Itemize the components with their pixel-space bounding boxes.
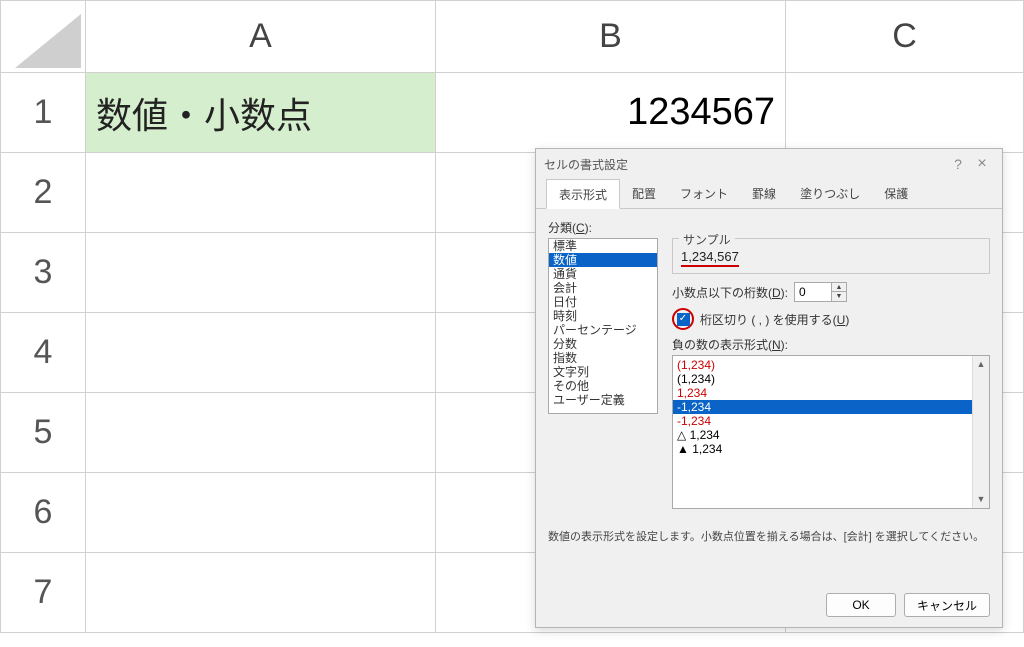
category-item-custom[interactable]: ユーザー定義 — [549, 393, 657, 407]
tab-protection[interactable]: 保護 — [872, 179, 920, 208]
cell-a3[interactable] — [86, 233, 436, 313]
negative-format-item[interactable]: (1,234) — [677, 372, 985, 386]
category-item-text[interactable]: 文字列 — [549, 365, 657, 379]
thousands-separator-label: 桁区切り ( , ) を使用する(U) — [700, 311, 849, 328]
row-header-7[interactable]: 7 — [1, 553, 86, 633]
cell-a7[interactable] — [86, 553, 436, 633]
tab-font[interactable]: フォント — [668, 179, 740, 208]
negative-format-item[interactable]: △ 1,234 — [677, 428, 985, 442]
dialog-titlebar[interactable]: セルの書式設定 ? × — [536, 149, 1002, 179]
cell-b1[interactable]: 1234567 — [436, 73, 786, 153]
sample-box: サンプル 1,234,567 — [672, 238, 990, 274]
scrollbar[interactable]: ▲ ▼ — [972, 356, 989, 508]
cell-a4[interactable] — [86, 313, 436, 393]
thousands-separator-checkbox[interactable] — [677, 313, 690, 326]
category-item-number[interactable]: 数値 — [549, 253, 657, 267]
column-header-c[interactable]: C — [786, 1, 1024, 73]
decimal-places-input[interactable] — [794, 282, 832, 302]
category-item-scientific[interactable]: 指数 — [549, 351, 657, 365]
scroll-up-icon[interactable]: ▲ — [973, 356, 989, 373]
category-item-standard[interactable]: 標準 — [549, 239, 657, 253]
decimal-places-spinner[interactable]: ▲ ▼ — [794, 282, 847, 302]
ok-button[interactable]: OK — [826, 593, 896, 617]
negative-format-item-selected[interactable]: -1,234 — [673, 400, 989, 414]
spinner-down-icon[interactable]: ▼ — [832, 292, 846, 301]
negative-format-item[interactable]: 1,234 — [677, 386, 985, 400]
column-header-a[interactable]: A — [86, 1, 436, 73]
tab-alignment[interactable]: 配置 — [620, 179, 668, 208]
cell-c1[interactable] — [786, 73, 1024, 153]
negative-format-list[interactable]: (1,234) (1,234) 1,234 -1,234 -1,234 △ 1,… — [672, 355, 990, 509]
cell-a5[interactable] — [86, 393, 436, 473]
help-text: 数値の表示形式を設定します。小数点位置を揃える場合は、[会計] を選択してくださ… — [548, 529, 990, 546]
category-item-special[interactable]: その他 — [549, 379, 657, 393]
tab-border[interactable]: 罫線 — [740, 179, 788, 208]
negative-format-item[interactable]: -1,234 — [677, 414, 985, 428]
close-icon[interactable]: × — [970, 152, 994, 176]
decimal-places-label: 小数点以下の桁数(D): — [672, 284, 788, 301]
category-item-fraction[interactable]: 分数 — [549, 337, 657, 351]
negative-format-label: 負の数の表示形式(N): — [672, 336, 990, 353]
format-cells-dialog: セルの書式設定 ? × 表示形式 配置 フォント 罫線 塗りつぶし 保護 分類(… — [535, 148, 1003, 628]
row-header-6[interactable]: 6 — [1, 473, 86, 553]
help-icon[interactable]: ? — [946, 152, 970, 176]
cell-a6[interactable] — [86, 473, 436, 553]
category-item-currency[interactable]: 通貨 — [549, 267, 657, 281]
annotation-circle-icon — [672, 308, 694, 330]
dialog-title: セルの書式設定 — [544, 156, 946, 173]
cancel-button[interactable]: キャンセル — [904, 593, 990, 617]
category-label: 分類(C): — [548, 219, 990, 236]
tab-fill[interactable]: 塗りつぶし — [788, 179, 872, 208]
select-all-corner[interactable] — [1, 1, 86, 73]
dialog-tabs: 表示形式 配置 フォント 罫線 塗りつぶし 保護 — [536, 179, 1002, 209]
cell-a1[interactable]: 数値・小数点 — [86, 73, 436, 153]
scroll-down-icon[interactable]: ▼ — [973, 491, 989, 508]
category-item-percentage[interactable]: パーセンテージ — [549, 323, 657, 337]
category-item-date[interactable]: 日付 — [549, 295, 657, 309]
category-item-time[interactable]: 時刻 — [549, 309, 657, 323]
row-header-2[interactable]: 2 — [1, 153, 86, 233]
row-header-5[interactable]: 5 — [1, 393, 86, 473]
row-header-3[interactable]: 3 — [1, 233, 86, 313]
sample-label: サンプル — [679, 231, 735, 248]
row-header-1[interactable]: 1 — [1, 73, 86, 153]
negative-format-item[interactable]: (1,234) — [677, 358, 985, 372]
category-list[interactable]: 標準 数値 通貨 会計 日付 時刻 パーセンテージ 分数 指数 文字列 その他 … — [548, 238, 658, 414]
sample-value: 1,234,567 — [681, 249, 739, 267]
tab-number-format[interactable]: 表示形式 — [546, 179, 620, 209]
spinner-up-icon[interactable]: ▲ — [832, 283, 846, 292]
category-item-accounting[interactable]: 会計 — [549, 281, 657, 295]
negative-format-item[interactable]: ▲ 1,234 — [677, 442, 985, 456]
cell-a2[interactable] — [86, 153, 436, 233]
row-header-4[interactable]: 4 — [1, 313, 86, 393]
column-header-b[interactable]: B — [436, 1, 786, 73]
